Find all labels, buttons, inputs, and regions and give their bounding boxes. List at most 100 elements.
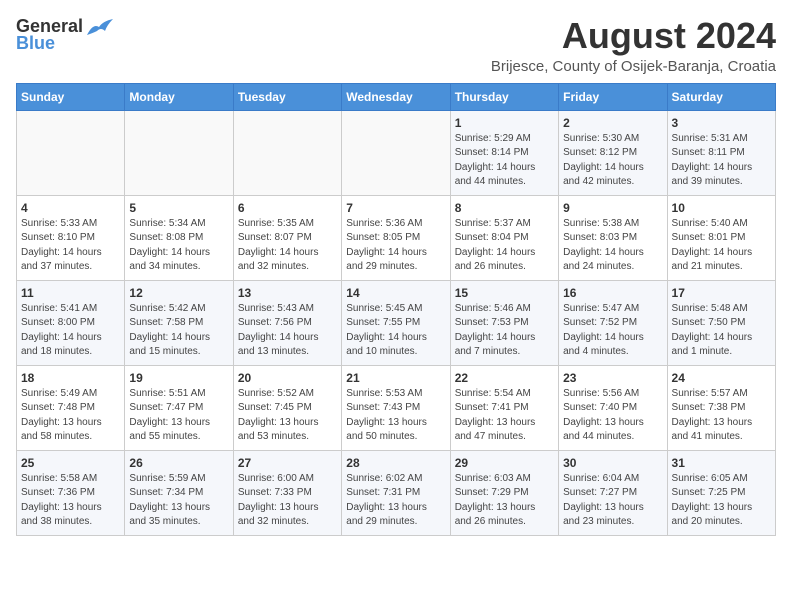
day-info: Sunrise: 5:35 AMSunset: 8:07 PMDaylight:…: [238, 217, 337, 275]
day-info: Sunrise: 5:46 AMSunset: 7:53 PMDaylight:…: [455, 302, 554, 360]
day-number: 1: [455, 116, 554, 130]
day-number: 27: [238, 456, 337, 470]
day-number: 7: [346, 201, 445, 215]
day-info: Sunrise: 6:02 AMSunset: 7:31 PMDaylight:…: [346, 472, 445, 530]
weekday-header-sunday: Sunday: [17, 83, 125, 110]
day-info: Sunrise: 5:53 AMSunset: 7:43 PMDaylight:…: [346, 387, 445, 445]
day-number: 6: [238, 201, 337, 215]
day-info: Sunrise: 5:36 AMSunset: 8:05 PMDaylight:…: [346, 217, 445, 275]
day-info: Sunrise: 5:33 AMSunset: 8:10 PMDaylight:…: [21, 217, 120, 275]
day-cell: [125, 110, 233, 195]
day-cell: 30 Sunrise: 6:04 AMSunset: 7:27 PMDayligh…: [559, 450, 667, 535]
day-cell: 1 Sunrise: 5:29 AMSunset: 8:14 PMDaylight…: [450, 110, 558, 195]
calendar-body: 1 Sunrise: 5:29 AMSunset: 8:14 PMDaylight…: [17, 110, 776, 535]
week-row-1: 1 Sunrise: 5:29 AMSunset: 8:14 PMDaylight…: [17, 110, 776, 195]
day-cell: [342, 110, 450, 195]
subtitle: Brijesce, County of Osijek-Baranja, Croa…: [491, 58, 776, 75]
day-number: 20: [238, 371, 337, 385]
day-number: 28: [346, 456, 445, 470]
day-number: 14: [346, 286, 445, 300]
day-info: Sunrise: 5:54 AMSunset: 7:41 PMDaylight:…: [455, 387, 554, 445]
day-cell: 3 Sunrise: 5:31 AMSunset: 8:11 PMDaylight…: [667, 110, 775, 195]
day-info: Sunrise: 5:37 AMSunset: 8:04 PMDaylight:…: [455, 217, 554, 275]
day-number: 21: [346, 371, 445, 385]
day-cell: 23 Sunrise: 5:56 AMSunset: 7:40 PMDayligh…: [559, 365, 667, 450]
day-info: Sunrise: 6:05 AMSunset: 7:25 PMDaylight:…: [672, 472, 771, 530]
day-number: 19: [129, 371, 228, 385]
day-cell: 29 Sunrise: 6:03 AMSunset: 7:29 PMDayligh…: [450, 450, 558, 535]
day-number: 11: [21, 286, 120, 300]
day-cell: [233, 110, 341, 195]
day-cell: 16 Sunrise: 5:47 AMSunset: 7:52 PMDayligh…: [559, 280, 667, 365]
calendar-table: SundayMondayTuesdayWednesdayThursdayFrid…: [16, 83, 776, 536]
day-number: 12: [129, 286, 228, 300]
day-number: 23: [563, 371, 662, 385]
day-info: Sunrise: 5:42 AMSunset: 7:58 PMDaylight:…: [129, 302, 228, 360]
logo: General Blue: [16, 16, 113, 54]
day-info: Sunrise: 5:56 AMSunset: 7:40 PMDaylight:…: [563, 387, 662, 445]
day-number: 31: [672, 456, 771, 470]
weekday-row: SundayMondayTuesdayWednesdayThursdayFrid…: [17, 83, 776, 110]
day-cell: 31 Sunrise: 6:05 AMSunset: 7:25 PMDayligh…: [667, 450, 775, 535]
day-info: Sunrise: 5:48 AMSunset: 7:50 PMDaylight:…: [672, 302, 771, 360]
title-block: August 2024 Brijesce, County of Osijek-B…: [491, 16, 776, 75]
day-cell: [17, 110, 125, 195]
day-cell: 18 Sunrise: 5:49 AMSunset: 7:48 PMDayligh…: [17, 365, 125, 450]
day-number: 16: [563, 286, 662, 300]
day-cell: 2 Sunrise: 5:30 AMSunset: 8:12 PMDaylight…: [559, 110, 667, 195]
week-row-3: 11 Sunrise: 5:41 AMSunset: 8:00 PMDayligh…: [17, 280, 776, 365]
day-number: 26: [129, 456, 228, 470]
day-info: Sunrise: 6:04 AMSunset: 7:27 PMDaylight:…: [563, 472, 662, 530]
day-cell: 28 Sunrise: 6:02 AMSunset: 7:31 PMDayligh…: [342, 450, 450, 535]
day-cell: 7 Sunrise: 5:36 AMSunset: 8:05 PMDaylight…: [342, 195, 450, 280]
page-header: General Blue August 2024 Brijesce, Count…: [16, 16, 776, 75]
day-number: 24: [672, 371, 771, 385]
logo-blue-text: Blue: [16, 33, 55, 54]
day-number: 30: [563, 456, 662, 470]
day-cell: 22Sunrise: 5:54 AMSunset: 7:41 PMDayligh…: [450, 365, 558, 450]
weekday-header-friday: Friday: [559, 83, 667, 110]
day-cell: 9Sunrise: 5:38 AMSunset: 8:03 PMDaylight…: [559, 195, 667, 280]
day-cell: 13 Sunrise: 5:43 AMSunset: 7:56 PMDayligh…: [233, 280, 341, 365]
day-cell: 11 Sunrise: 5:41 AMSunset: 8:00 PMDayligh…: [17, 280, 125, 365]
day-cell: 17Sunrise: 5:48 AMSunset: 7:50 PMDayligh…: [667, 280, 775, 365]
day-info: Sunrise: 5:43 AMSunset: 7:56 PMDaylight:…: [238, 302, 337, 360]
day-cell: 10Sunrise: 5:40 AMSunset: 8:01 PMDayligh…: [667, 195, 775, 280]
day-cell: 19 Sunrise: 5:51 AMSunset: 7:47 PMDayligh…: [125, 365, 233, 450]
day-info: Sunrise: 5:47 AMSunset: 7:52 PMDaylight:…: [563, 302, 662, 360]
day-cell: 15 Sunrise: 5:46 AMSunset: 7:53 PMDayligh…: [450, 280, 558, 365]
day-info: Sunrise: 5:41 AMSunset: 8:00 PMDaylight:…: [21, 302, 120, 360]
day-number: 15: [455, 286, 554, 300]
day-cell: 25 Sunrise: 5:58 AMSunset: 7:36 PMDayligh…: [17, 450, 125, 535]
day-info: Sunrise: 5:34 AMSunset: 8:08 PMDaylight:…: [129, 217, 228, 275]
day-info: Sunrise: 5:29 AMSunset: 8:14 PMDaylight:…: [455, 132, 554, 190]
day-info: Sunrise: 5:49 AMSunset: 7:48 PMDaylight:…: [21, 387, 120, 445]
week-row-2: 4 Sunrise: 5:33 AMSunset: 8:10 PMDaylight…: [17, 195, 776, 280]
day-cell: 21 Sunrise: 5:53 AMSunset: 7:43 PMDayligh…: [342, 365, 450, 450]
day-number: 5: [129, 201, 228, 215]
day-number: 2: [563, 116, 662, 130]
day-number: 3: [672, 116, 771, 130]
day-cell: 24Sunrise: 5:57 AMSunset: 7:38 PMDayligh…: [667, 365, 775, 450]
week-row-4: 18 Sunrise: 5:49 AMSunset: 7:48 PMDayligh…: [17, 365, 776, 450]
day-info: Sunrise: 5:31 AMSunset: 8:11 PMDaylight:…: [672, 132, 771, 190]
weekday-header-thursday: Thursday: [450, 83, 558, 110]
day-info: Sunrise: 5:30 AMSunset: 8:12 PMDaylight:…: [563, 132, 662, 190]
day-info: Sunrise: 6:03 AMSunset: 7:29 PMDaylight:…: [455, 472, 554, 530]
day-number: 4: [21, 201, 120, 215]
day-number: 29: [455, 456, 554, 470]
logo-bird-icon: [85, 17, 113, 37]
calendar-header: SundayMondayTuesdayWednesdayThursdayFrid…: [17, 83, 776, 110]
day-info: Sunrise: 5:51 AMSunset: 7:47 PMDaylight:…: [129, 387, 228, 445]
day-number: 18: [21, 371, 120, 385]
day-info: Sunrise: 5:58 AMSunset: 7:36 PMDaylight:…: [21, 472, 120, 530]
day-info: Sunrise: 5:45 AMSunset: 7:55 PMDaylight:…: [346, 302, 445, 360]
day-cell: 6 Sunrise: 5:35 AMSunset: 8:07 PMDaylight…: [233, 195, 341, 280]
day-number: 8: [455, 201, 554, 215]
day-number: 25: [21, 456, 120, 470]
day-number: 13: [238, 286, 337, 300]
day-number: 9: [563, 201, 662, 215]
day-cell: 14 Sunrise: 5:45 AMSunset: 7:55 PMDayligh…: [342, 280, 450, 365]
weekday-header-monday: Monday: [125, 83, 233, 110]
main-title: August 2024: [491, 16, 776, 56]
